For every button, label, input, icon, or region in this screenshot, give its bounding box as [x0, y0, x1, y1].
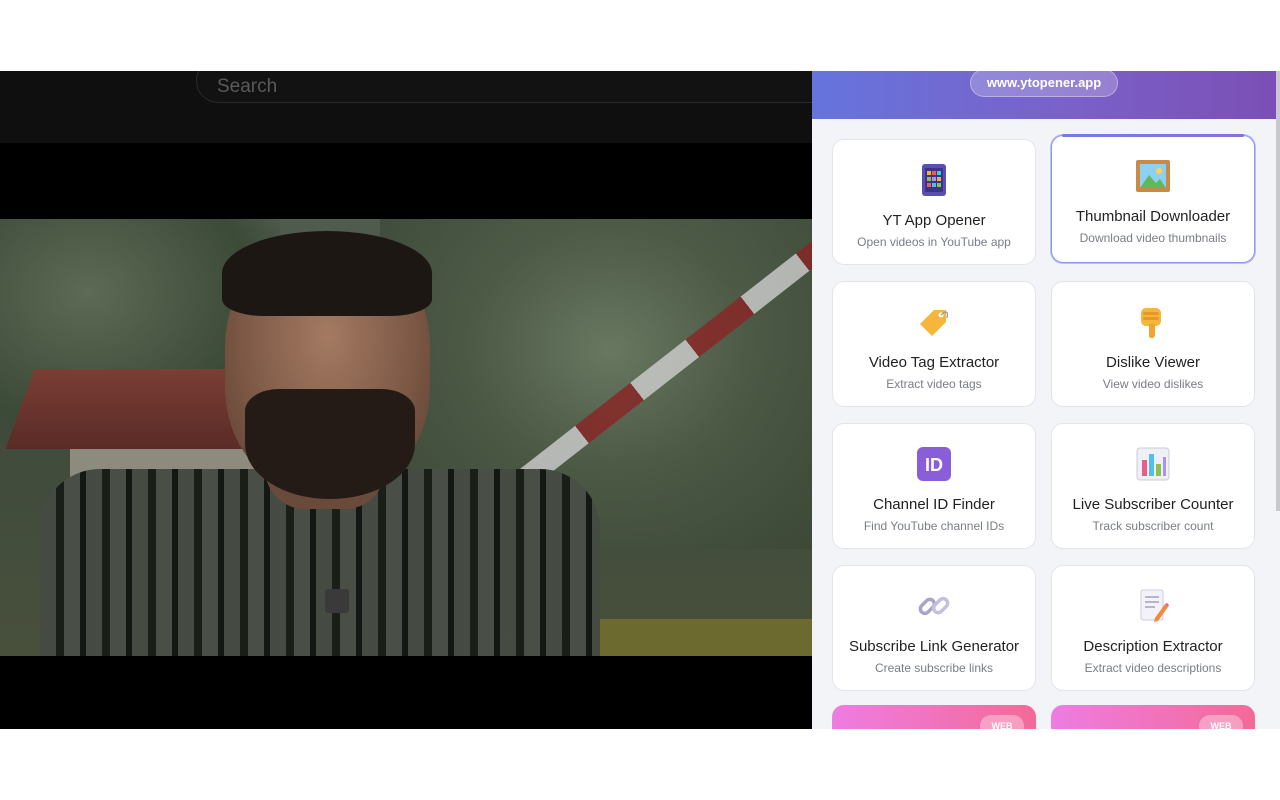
tool-subtitle: Open videos in YouTube app — [857, 235, 1011, 249]
extension-header: www.ytopener.app — [812, 71, 1278, 119]
tool-card-channel-id-finder[interactable]: ID Channel ID Finder Find YouTube channe… — [832, 423, 1036, 549]
scrollbar[interactable] — [1276, 71, 1280, 511]
promo-card[interactable]: WEB — [832, 705, 1036, 729]
tag-icon — [920, 310, 949, 336]
tool-subtitle: Extract video tags — [886, 377, 982, 391]
video-person-beard — [245, 389, 415, 499]
web-badge: WEB — [980, 715, 1024, 729]
tool-title: Subscribe Link Generator — [848, 638, 1020, 655]
search-placeholder: Search — [217, 76, 278, 97]
tool-title: Channel ID Finder — [873, 496, 995, 513]
promo-card[interactable]: WEB — [1051, 705, 1255, 729]
tool-title: YT App Opener — [882, 212, 986, 229]
tool-title: Video Tag Extractor — [868, 354, 1000, 371]
tool-card-live-subscriber-counter[interactable]: Live Subscriber Counter Track subscriber… — [1051, 423, 1255, 549]
tool-card-video-tag-extractor[interactable]: Video Tag Extractor Extract video tags — [832, 281, 1036, 407]
framed-picture-icon — [1136, 160, 1170, 192]
tool-card-description-extractor[interactable]: Description Extractor Extract video desc… — [1051, 565, 1255, 691]
video-person-pendant — [325, 589, 349, 613]
search-input[interactable]: Search — [196, 71, 812, 103]
tool-title: Live Subscriber Counter — [1072, 496, 1234, 513]
bar-chart-icon — [1136, 447, 1170, 481]
tool-subtitle: Extract video descriptions — [1084, 661, 1222, 675]
tool-card-dislike-viewer[interactable]: Dislike Viewer View video dislikes — [1051, 281, 1255, 407]
youtube-header: Search — [0, 71, 812, 143]
tool-card-yt-app-opener[interactable]: YT App Opener Open videos in YouTube app — [832, 139, 1036, 265]
tool-title: Thumbnail Downloader — [1075, 208, 1231, 225]
link-icon — [918, 596, 950, 616]
tool-subtitle: Create subscribe links — [874, 661, 994, 675]
youtube-page: Search — [0, 71, 812, 729]
extension-popup: www.ytopener.app YT App Opener Open vide… — [812, 71, 1280, 729]
tool-title: Dislike Viewer — [1106, 354, 1200, 371]
video-player[interactable] — [0, 219, 812, 656]
tool-subtitle: Download video thumbnails — [1079, 231, 1227, 245]
video-scene-grass — [600, 619, 812, 656]
phone-grid-icon — [922, 164, 946, 196]
website-link[interactable]: www.ytopener.app — [970, 71, 1118, 97]
tool-title: Description Extractor — [1083, 638, 1223, 655]
tool-subtitle: Find YouTube channel IDs — [863, 519, 1005, 533]
video-person-hair — [222, 231, 432, 316]
tool-card-thumbnail-downloader[interactable]: Thumbnail Downloader Download video thum… — [1051, 134, 1255, 263]
id-icon: ID — [917, 447, 951, 481]
tool-subtitle: View video dislikes — [1102, 377, 1204, 391]
thumbs-down-icon — [1141, 308, 1161, 338]
tool-card-subscribe-link-generator[interactable]: Subscribe Link Generator Create subscrib… — [832, 565, 1036, 691]
memo-icon — [1140, 589, 1169, 622]
tool-subtitle: Track subscriber count — [1092, 519, 1214, 533]
web-badge: WEB — [1199, 715, 1243, 729]
svg-text:ID: ID — [925, 455, 943, 475]
